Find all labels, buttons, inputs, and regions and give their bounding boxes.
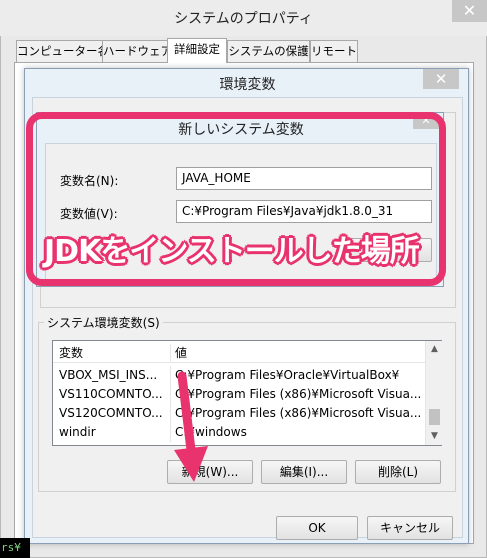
variable-name: windir — [59, 425, 96, 439]
scroll-up-icon[interactable]: ▲ — [426, 341, 443, 358]
annotation-arrow-icon — [174, 371, 208, 482]
list-header: 変数 値 — [53, 341, 425, 363]
variable-name: VS120COMNTO... — [59, 406, 163, 420]
system-variables-list[interactable]: 変数 値 VBOX_MSI_INS... C:¥Program Files¥Or… — [52, 340, 442, 446]
tab-advanced[interactable]: 詳細設定 — [167, 38, 227, 63]
tab-hardware[interactable]: ハードウェア — [102, 40, 172, 62]
tab-computer-name[interactable]: コンピューター名 — [16, 40, 109, 62]
dialog-close-button[interactable]: ✕ — [423, 69, 459, 89]
tab-remote[interactable]: リモート — [310, 40, 358, 62]
scrollbar-thumb[interactable] — [429, 409, 440, 425]
variable-name: VS110COMNTO... — [59, 387, 163, 401]
scroll-down-icon[interactable]: ▼ — [426, 428, 443, 445]
title-bar: システムのプロパティ — [0, 0, 487, 36]
column-header-value[interactable]: 値 — [170, 344, 425, 361]
dialog-title: 環境変数 — [219, 77, 276, 93]
delete-variable-button[interactable]: 削除(L) — [355, 460, 441, 484]
dialog-title-bar: 環境変数 — [25, 69, 470, 97]
close-button[interactable]: ✕ — [452, 0, 487, 22]
annotation-caption: JDKをインストールした場所 — [44, 234, 420, 269]
background-terminal-strip: rs¥ — [0, 538, 30, 558]
table-row[interactable]: VS110COMNTO... C:¥Program Files (x86)¥Mi… — [53, 385, 425, 404]
window-title: システムのプロパティ — [174, 11, 313, 27]
tab-system-protection[interactable]: システムの保護 — [227, 40, 310, 62]
ok-button[interactable]: OK — [276, 516, 358, 540]
table-row[interactable]: VBOX_MSI_INS... C:¥Program Files¥Oracle¥… — [53, 366, 425, 385]
edit-variable-button[interactable]: 編集(I)... — [261, 460, 347, 484]
table-row[interactable]: windir C:¥windows — [53, 423, 425, 442]
list-scrollbar[interactable]: ▲ ▼ — [425, 341, 442, 445]
column-header-variable[interactable]: 変数 — [53, 344, 170, 361]
cancel-button[interactable]: キャンセル — [367, 516, 453, 540]
system-variables-label: システム環境変数(S) — [44, 314, 163, 331]
variable-name: VBOX_MSI_INS... — [59, 368, 158, 382]
table-row[interactable]: VS120COMNTO... C:¥Program Files (x86)¥Mi… — [53, 404, 425, 423]
